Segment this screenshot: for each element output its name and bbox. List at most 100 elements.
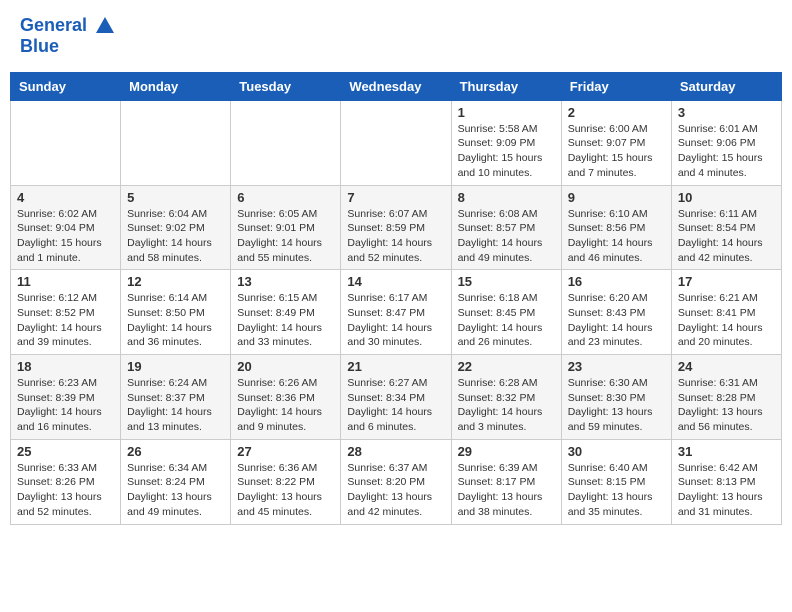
day-number: 5 <box>127 190 224 205</box>
day-cell: 12 Sunrise: 6:14 AMSunset: 8:50 PMDaylig… <box>121 270 231 355</box>
day-number: 26 <box>127 444 224 459</box>
week-row-5: 25 Sunrise: 6:33 AMSunset: 8:26 PMDaylig… <box>11 439 782 524</box>
day-cell: 4 Sunrise: 6:02 AMSunset: 9:04 PMDayligh… <box>11 185 121 270</box>
day-number: 12 <box>127 274 224 289</box>
day-info: Sunrise: 6:18 AMSunset: 8:45 PMDaylight:… <box>458 291 555 350</box>
day-number: 20 <box>237 359 334 374</box>
logo-icon <box>94 15 116 37</box>
day-cell: 7 Sunrise: 6:07 AMSunset: 8:59 PMDayligh… <box>341 185 451 270</box>
day-cell: 26 Sunrise: 6:34 AMSunset: 8:24 PMDaylig… <box>121 439 231 524</box>
day-info: Sunrise: 6:14 AMSunset: 8:50 PMDaylight:… <box>127 291 224 350</box>
day-info: Sunrise: 6:37 AMSunset: 8:20 PMDaylight:… <box>347 461 444 520</box>
day-cell: 9 Sunrise: 6:10 AMSunset: 8:56 PMDayligh… <box>561 185 671 270</box>
day-info: Sunrise: 6:08 AMSunset: 8:57 PMDaylight:… <box>458 207 555 266</box>
day-info: Sunrise: 6:28 AMSunset: 8:32 PMDaylight:… <box>458 376 555 435</box>
logo-text: General Blue <box>20 15 116 57</box>
weekday-header-tuesday: Tuesday <box>231 72 341 100</box>
day-cell: 5 Sunrise: 6:04 AMSunset: 9:02 PMDayligh… <box>121 185 231 270</box>
day-info: Sunrise: 6:27 AMSunset: 8:34 PMDaylight:… <box>347 376 444 435</box>
day-cell <box>231 100 341 185</box>
day-cell: 25 Sunrise: 6:33 AMSunset: 8:26 PMDaylig… <box>11 439 121 524</box>
day-number: 4 <box>17 190 114 205</box>
day-number: 3 <box>678 105 775 120</box>
day-info: Sunrise: 6:26 AMSunset: 8:36 PMDaylight:… <box>237 376 334 435</box>
day-cell: 10 Sunrise: 6:11 AMSunset: 8:54 PMDaylig… <box>671 185 781 270</box>
week-row-2: 4 Sunrise: 6:02 AMSunset: 9:04 PMDayligh… <box>11 185 782 270</box>
day-number: 25 <box>17 444 114 459</box>
day-number: 17 <box>678 274 775 289</box>
day-cell: 24 Sunrise: 6:31 AMSunset: 8:28 PMDaylig… <box>671 355 781 440</box>
day-info: Sunrise: 6:00 AMSunset: 9:07 PMDaylight:… <box>568 122 665 181</box>
day-cell: 21 Sunrise: 6:27 AMSunset: 8:34 PMDaylig… <box>341 355 451 440</box>
day-info: Sunrise: 6:10 AMSunset: 8:56 PMDaylight:… <box>568 207 665 266</box>
day-cell <box>341 100 451 185</box>
day-cell: 18 Sunrise: 6:23 AMSunset: 8:39 PMDaylig… <box>11 355 121 440</box>
day-info: Sunrise: 6:04 AMSunset: 9:02 PMDaylight:… <box>127 207 224 266</box>
day-cell: 22 Sunrise: 6:28 AMSunset: 8:32 PMDaylig… <box>451 355 561 440</box>
day-info: Sunrise: 6:40 AMSunset: 8:15 PMDaylight:… <box>568 461 665 520</box>
day-number: 27 <box>237 444 334 459</box>
day-number: 23 <box>568 359 665 374</box>
day-info: Sunrise: 6:31 AMSunset: 8:28 PMDaylight:… <box>678 376 775 435</box>
day-number: 29 <box>458 444 555 459</box>
day-cell: 23 Sunrise: 6:30 AMSunset: 8:30 PMDaylig… <box>561 355 671 440</box>
day-info: Sunrise: 6:07 AMSunset: 8:59 PMDaylight:… <box>347 207 444 266</box>
day-number: 28 <box>347 444 444 459</box>
day-cell: 16 Sunrise: 6:20 AMSunset: 8:43 PMDaylig… <box>561 270 671 355</box>
day-info: Sunrise: 6:02 AMSunset: 9:04 PMDaylight:… <box>17 207 114 266</box>
week-row-1: 1 Sunrise: 5:58 AMSunset: 9:09 PMDayligh… <box>11 100 782 185</box>
day-number: 1 <box>458 105 555 120</box>
day-cell: 2 Sunrise: 6:00 AMSunset: 9:07 PMDayligh… <box>561 100 671 185</box>
day-number: 18 <box>17 359 114 374</box>
day-info: Sunrise: 6:12 AMSunset: 8:52 PMDaylight:… <box>17 291 114 350</box>
day-cell: 1 Sunrise: 5:58 AMSunset: 9:09 PMDayligh… <box>451 100 561 185</box>
day-number: 13 <box>237 274 334 289</box>
weekday-header-thursday: Thursday <box>451 72 561 100</box>
logo-blue: Blue <box>20 36 59 56</box>
day-cell: 13 Sunrise: 6:15 AMSunset: 8:49 PMDaylig… <box>231 270 341 355</box>
day-info: Sunrise: 6:17 AMSunset: 8:47 PMDaylight:… <box>347 291 444 350</box>
day-cell: 29 Sunrise: 6:39 AMSunset: 8:17 PMDaylig… <box>451 439 561 524</box>
day-number: 8 <box>458 190 555 205</box>
day-cell: 30 Sunrise: 6:40 AMSunset: 8:15 PMDaylig… <box>561 439 671 524</box>
day-cell: 27 Sunrise: 6:36 AMSunset: 8:22 PMDaylig… <box>231 439 341 524</box>
day-number: 30 <box>568 444 665 459</box>
day-cell <box>121 100 231 185</box>
day-number: 10 <box>678 190 775 205</box>
day-number: 7 <box>347 190 444 205</box>
weekday-header-friday: Friday <box>561 72 671 100</box>
day-info: Sunrise: 6:15 AMSunset: 8:49 PMDaylight:… <box>237 291 334 350</box>
day-number: 24 <box>678 359 775 374</box>
day-number: 15 <box>458 274 555 289</box>
week-row-3: 11 Sunrise: 6:12 AMSunset: 8:52 PMDaylig… <box>11 270 782 355</box>
weekday-header-wednesday: Wednesday <box>341 72 451 100</box>
day-cell: 17 Sunrise: 6:21 AMSunset: 8:41 PMDaylig… <box>671 270 781 355</box>
day-cell: 3 Sunrise: 6:01 AMSunset: 9:06 PMDayligh… <box>671 100 781 185</box>
day-number: 6 <box>237 190 334 205</box>
day-cell: 8 Sunrise: 6:08 AMSunset: 8:57 PMDayligh… <box>451 185 561 270</box>
day-info: Sunrise: 6:36 AMSunset: 8:22 PMDaylight:… <box>237 461 334 520</box>
day-cell: 6 Sunrise: 6:05 AMSunset: 9:01 PMDayligh… <box>231 185 341 270</box>
day-info: Sunrise: 6:42 AMSunset: 8:13 PMDaylight:… <box>678 461 775 520</box>
day-number: 22 <box>458 359 555 374</box>
weekday-header-saturday: Saturday <box>671 72 781 100</box>
day-cell <box>11 100 121 185</box>
day-number: 19 <box>127 359 224 374</box>
day-cell: 14 Sunrise: 6:17 AMSunset: 8:47 PMDaylig… <box>341 270 451 355</box>
day-number: 2 <box>568 105 665 120</box>
day-number: 11 <box>17 274 114 289</box>
day-cell: 15 Sunrise: 6:18 AMSunset: 8:45 PMDaylig… <box>451 270 561 355</box>
day-number: 14 <box>347 274 444 289</box>
day-cell: 19 Sunrise: 6:24 AMSunset: 8:37 PMDaylig… <box>121 355 231 440</box>
day-cell: 20 Sunrise: 6:26 AMSunset: 8:36 PMDaylig… <box>231 355 341 440</box>
day-info: Sunrise: 6:20 AMSunset: 8:43 PMDaylight:… <box>568 291 665 350</box>
weekday-header-sunday: Sunday <box>11 72 121 100</box>
day-number: 21 <box>347 359 444 374</box>
day-info: Sunrise: 6:33 AMSunset: 8:26 PMDaylight:… <box>17 461 114 520</box>
day-info: Sunrise: 6:23 AMSunset: 8:39 PMDaylight:… <box>17 376 114 435</box>
day-number: 9 <box>568 190 665 205</box>
day-info: Sunrise: 6:21 AMSunset: 8:41 PMDaylight:… <box>678 291 775 350</box>
day-info: Sunrise: 6:24 AMSunset: 8:37 PMDaylight:… <box>127 376 224 435</box>
day-cell: 11 Sunrise: 6:12 AMSunset: 8:52 PMDaylig… <box>11 270 121 355</box>
day-number: 16 <box>568 274 665 289</box>
